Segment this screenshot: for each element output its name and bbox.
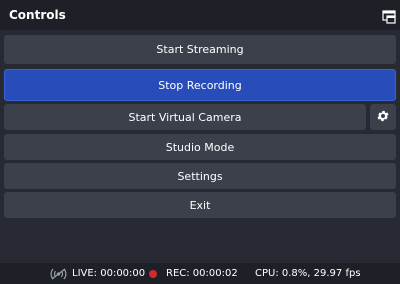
stop-recording-label: Stop Recording	[158, 78, 242, 92]
dock-title: Controls	[9, 8, 66, 22]
live-status: LIVE: 00:00:00	[72, 268, 146, 279]
start-streaming-button[interactable]: Start Streaming	[4, 35, 396, 64]
settings-button[interactable]: Settings	[4, 163, 396, 189]
start-virtual-camera-label: Start Virtual Camera	[128, 110, 242, 124]
dock-header: Controls	[0, 0, 400, 30]
start-virtual-camera-button[interactable]: Start Virtual Camera	[4, 104, 366, 130]
gear-icon	[376, 108, 390, 127]
rec-status: REC: 00:00:02	[166, 268, 238, 279]
exit-button[interactable]: Exit	[4, 192, 396, 218]
cpu-status: CPU: 0.8%, 29.97 fps	[255, 268, 361, 279]
live-broadcast-icon	[50, 268, 67, 280]
controls-dock: Controls Start Streaming Stop Recording …	[0, 0, 400, 284]
undock-icon[interactable]	[382, 9, 396, 24]
virtual-camera-settings-button[interactable]	[370, 104, 396, 130]
settings-label: Settings	[177, 169, 223, 183]
recording-indicator-icon	[149, 270, 157, 278]
exit-label: Exit	[189, 198, 211, 212]
status-bar: LIVE: 00:00:00 REC: 00:00:02 CPU: 0.8%, …	[0, 263, 400, 284]
studio-mode-button[interactable]: Studio Mode	[4, 134, 396, 160]
start-streaming-label: Start Streaming	[156, 43, 244, 56]
stop-recording-button[interactable]: Stop Recording	[4, 69, 396, 101]
studio-mode-label: Studio Mode	[165, 140, 235, 154]
